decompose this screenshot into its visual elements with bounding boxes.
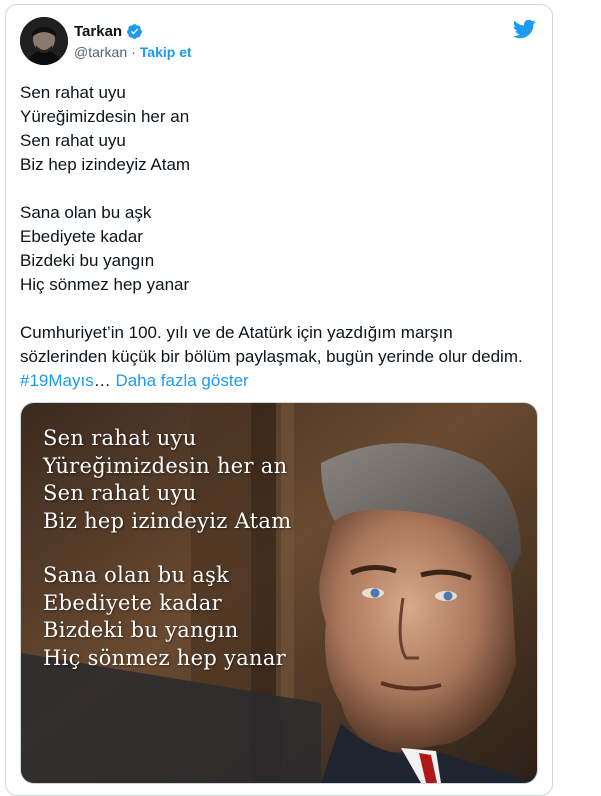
lyric-line: Hiç sönmez hep yanar [20,275,190,294]
overlay-line: Bizdeki bu yangın [43,618,239,642]
tweet-text: Sen rahat uyu Yüreğimizdesin her an Sen … [20,81,540,393]
lyric-line: Sen rahat uyu [20,83,126,102]
hashtag-link[interactable]: #19Mayıs [20,371,94,390]
author-name[interactable]: Tarkan [74,23,122,40]
tweet-header: Tarkan @tarkan · Takip et [20,17,540,67]
ellipsis: … [93,371,111,390]
overlay-line: Sen rahat uyu [43,426,197,450]
lyrics-overlay: Sen rahat uyu Yüreğimizdesin her an Sen … [43,425,291,672]
overlay-line: Yüreğimizdesin her an [43,453,288,478]
overlay-line: Hiç sönmez hep yanar [43,645,287,670]
overlay-line: Ebediyete kadar [43,590,222,615]
tweet-embed-card: Tarkan @tarkan · Takip et Sen rahat uyu … [5,4,553,796]
lyric-line: Yüreğimizdesin her an [20,107,190,126]
lyric-line: Biz hep izindeyiz Atam [20,155,191,174]
lyric-line: Sana olan bu aşk [20,203,152,222]
paragraph-text: Cumhuriyet’in 100. yılı ve de Atatürk iç… [20,323,523,366]
lyric-line: Ebediyete kadar [20,227,143,246]
follow-button[interactable]: Takip et [140,44,192,60]
tweet-paragraph: Cumhuriyet’in 100. yılı ve de Atatürk iç… [20,321,540,393]
lyrics-stanza-1: Sen rahat uyu Yüreğimizdesin her an Sen … [20,81,540,177]
separator-dot: · [131,44,136,60]
lyric-line: Sen rahat uyu [20,131,126,150]
overlay-line: Biz hep izindeyiz Atam [43,508,292,533]
verified-badge-icon [127,24,143,39]
author-avatar[interactable] [20,17,68,65]
lyrics-stanza-2: Sana olan bu aşk Ebediyete kadar Bizdeki… [20,201,540,297]
lyric-line: Bizdeki bu yangın [20,251,155,270]
author-handle[interactable]: @tarkan [74,44,127,60]
show-more-link[interactable]: Daha fazla göster [115,371,248,390]
overlay-line: Sen rahat uyu [43,481,197,505]
overlay-line: Sana olan bu aşk [43,563,230,587]
tweet-media-image[interactable]: Sen rahat uyu Yüreğimizdesin her an Sen … [20,402,538,784]
twitter-bird-icon[interactable] [512,17,536,41]
